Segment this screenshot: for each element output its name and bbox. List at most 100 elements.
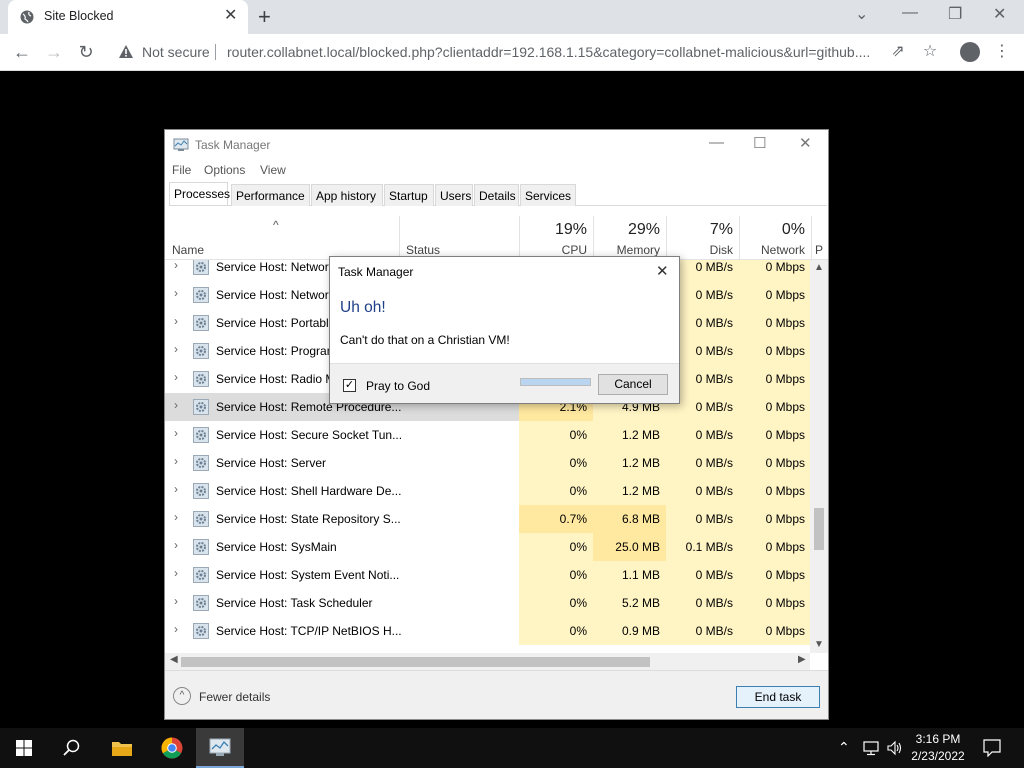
task-manager-titlebar[interactable]: Task Manager — ☐ ✕ [165,130,828,160]
minimize-icon[interactable]: — [902,4,918,22]
tab-details[interactable]: Details [474,184,519,206]
process-name: Service Host: TCP/IP NetBIOS H... [216,624,402,638]
tab-users[interactable]: Users [435,184,473,206]
expand-chevron-icon[interactable]: › [174,622,178,636]
tab-app-history[interactable]: App history [311,184,383,206]
chrome-button[interactable] [148,728,196,768]
expand-chevron-icon[interactable]: › [174,594,178,608]
back-icon[interactable]: ← [10,40,34,64]
process-name: Service Host: Program... [216,344,347,358]
process-row[interactable]: › Service Host: Shell Hardware De... 0% 1.2… [165,477,810,505]
cell-net: 0 Mbps [739,337,810,365]
cell-net: 0 Mbps [739,281,810,309]
expand-chevron-icon[interactable]: › [174,314,178,328]
tab-close-icon[interactable]: ✕ [224,8,237,24]
dialog-heading: Uh oh! [340,299,386,316]
header-name[interactable]: Name [172,243,204,257]
expand-chevron-icon[interactable]: › [174,538,178,552]
clock-time[interactable]: 3:16 PM [910,732,966,746]
cell-cpu: 0% [519,533,593,561]
cell-cpu: 0% [519,561,593,589]
header-cpu[interactable]: 19% CPU [519,216,593,260]
clock-date[interactable]: 2/23/2022 [910,749,966,763]
notifications-icon[interactable] [983,739,1001,757]
scroll-up-icon[interactable]: ▲ [810,262,828,273]
tm-maximize-icon[interactable]: ☐ [753,134,766,152]
cell-net: 0 Mbps [739,561,810,589]
file-explorer-button[interactable] [98,728,146,768]
address-bar[interactable]: Not secure router.collabnet.local/blocke… [108,38,948,66]
horizontal-scrollbar[interactable]: ◀ ▶ [165,653,810,670]
pray-checkbox-label[interactable]: Pray to God [366,379,430,393]
process-row[interactable]: › Service Host: TCP/IP NetBIOS H... 0% 0.9 … [165,617,810,645]
menu-kebab-icon[interactable]: ⋮ [992,42,1012,62]
process-row[interactable]: › Service Host: Task Scheduler 0% 5.2 MB 0 M… [165,589,810,617]
chevron-up-circle-icon[interactable]: ^ [173,687,191,705]
cancel-button[interactable]: Cancel [598,374,668,395]
scroll-left-icon[interactable]: ◀ [170,654,178,665]
process-row[interactable]: › Service Host: State Repository S... 0.7%… [165,505,810,533]
search-button[interactable] [48,728,96,768]
task-manager-taskbar-button[interactable] [196,728,244,768]
fewer-details-link[interactable]: Fewer details [199,690,270,704]
new-tab-button[interactable]: + [258,4,271,30]
header-status-col[interactable]: Status [399,216,519,260]
profile-avatar-icon[interactable] [960,42,980,62]
browser-tab[interactable]: Site Blocked ✕ [8,0,248,34]
tab-performance[interactable]: Performance [231,184,310,206]
expand-chevron-icon[interactable]: › [174,342,178,356]
pray-checkbox[interactable]: ✓ [343,379,356,392]
expand-chevron-icon[interactable]: › [174,482,178,496]
service-gear-icon [193,455,209,471]
tab-processes[interactable]: Processes [169,182,230,205]
menu-file[interactable]: File [172,163,191,177]
close-window-icon[interactable]: ✕ [993,4,1006,24]
start-button[interactable] [0,728,48,768]
network-icon[interactable] [863,740,879,756]
expand-chevron-icon[interactable]: › [174,566,178,580]
expand-chevron-icon[interactable]: › [174,510,178,524]
share-icon[interactable]: ⇗ [888,42,908,62]
end-task-button[interactable]: End task [736,686,820,708]
tab-services[interactable]: Services [520,184,576,206]
cell-disk: 0 MB/s [666,449,739,477]
volume-icon[interactable] [886,740,904,756]
scroll-right-icon[interactable]: ▶ [798,654,806,665]
horizontal-scroll-thumb[interactable] [181,657,650,667]
expand-chevron-icon[interactable]: › [174,454,178,468]
expand-chevron-icon[interactable]: › [174,260,178,272]
tab-search-icon[interactable]: ⌄ [855,4,868,24]
vertical-scrollbar[interactable]: ▲ ▼ [810,260,828,653]
process-row[interactable]: › Service Host: Server 0% 1.2 MB 0 MB/s 0 Mbp… [165,449,810,477]
menu-view[interactable]: View [260,163,286,177]
url-text[interactable]: router.collabnet.local/blocked.php?clien… [227,44,882,60]
cell-disk: 0 MB/s [666,617,739,645]
cpu-label: CPU [561,243,587,257]
restore-icon[interactable]: ❐ [948,4,962,24]
tm-close-icon[interactable]: ✕ [799,134,812,152]
tab-startup[interactable]: Startup [384,184,434,206]
expand-chevron-icon[interactable]: › [174,426,178,440]
tm-minimize-icon[interactable]: — [709,134,724,151]
process-row[interactable]: › Service Host: System Event Noti... 0% 1.1… [165,561,810,589]
dialog-close-icon[interactable]: ✕ [656,262,669,280]
menu-options[interactable]: Options [204,163,245,177]
tray-chevron-up-icon[interactable]: ⌃ [838,739,850,756]
cell-net: 0 Mbps [739,309,810,337]
process-row[interactable]: › Service Host: SysMain 0% 25.0 MB 0.1 MB/s 0… [165,533,810,561]
expand-chevron-icon[interactable]: › [174,286,178,300]
header-extra[interactable]: P [811,216,828,260]
scroll-down-icon[interactable]: ▼ [810,639,828,650]
warning-icon [119,45,133,58]
process-row[interactable]: › Service Host: Secure Socket Tun... 0% 1.2… [165,421,810,449]
header-disk[interactable]: 7% Disk [666,216,739,260]
expand-chevron-icon[interactable]: › [174,370,178,384]
reload-icon[interactable]: ↻ [74,40,98,64]
header-network[interactable]: 0% Network [739,216,811,260]
disk-percent: 7% [709,221,733,238]
header-memory[interactable]: 29% Memory [593,216,666,260]
vertical-scroll-thumb[interactable] [814,508,824,550]
bookmark-star-icon[interactable]: ☆ [920,42,940,62]
forward-icon[interactable]: → [42,40,66,64]
expand-chevron-icon[interactable]: › [174,398,178,412]
